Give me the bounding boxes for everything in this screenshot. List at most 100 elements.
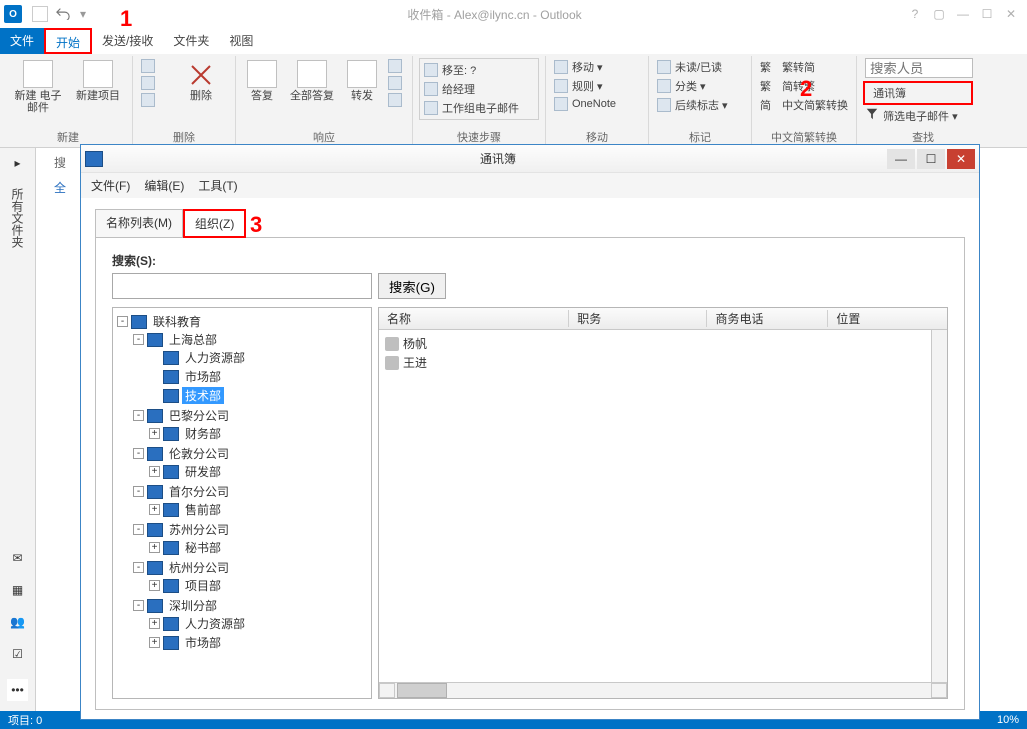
tab-name-list[interactable]: 名称列表(M): [95, 209, 183, 238]
vertical-scrollbar[interactable]: [931, 330, 947, 682]
categorize-button[interactable]: 分类 ▾: [655, 77, 745, 95]
annotation-3: 3: [250, 212, 262, 238]
junk-button[interactable]: [139, 92, 169, 108]
tree-b4[interactable]: 首尔分公司: [166, 483, 232, 500]
group-label-find: 查找: [863, 127, 983, 145]
group-label-conv: 中文简繁转换: [758, 127, 850, 145]
horizontal-scrollbar[interactable]: [379, 682, 947, 698]
tree-b7-1[interactable]: 人力资源部: [182, 615, 248, 632]
annotation-2: 2: [800, 76, 812, 102]
menu-edit[interactable]: 编辑(E): [144, 177, 184, 194]
tree-b1-2[interactable]: 市场部: [182, 368, 224, 385]
quickstep-moveto[interactable]: 移至: ?: [422, 61, 536, 79]
calendar-icon[interactable]: ▦: [12, 583, 23, 597]
group-label-move: 移动: [552, 127, 642, 145]
quickstep-manager[interactable]: 给经理: [422, 80, 536, 98]
ribbon: 新建 电子邮件 新建项目 新建 删除 删除 答复: [0, 54, 1027, 148]
tasks-icon[interactable]: ☑: [12, 647, 23, 661]
filter-email-button[interactable]: 筛选电子邮件 ▾: [863, 106, 983, 125]
tree-b5[interactable]: 苏州分公司: [166, 521, 232, 538]
scroll-right-icon[interactable]: [931, 683, 947, 698]
menu-tools[interactable]: 工具(T): [198, 177, 237, 194]
search-label: 搜索(S):: [112, 254, 156, 268]
scroll-left-icon[interactable]: [379, 683, 395, 698]
rules-button[interactable]: 规则 ▾: [552, 77, 642, 95]
tree-b2[interactable]: 巴黎分公司: [166, 407, 232, 424]
nav-more-icon[interactable]: •••: [7, 679, 28, 701]
tree-b6-1[interactable]: 项目部: [182, 577, 224, 594]
tab-file[interactable]: 文件: [0, 28, 44, 54]
meeting-button[interactable]: [386, 58, 406, 74]
dialog-menu-bar: 文件(F) 编辑(E) 工具(T): [81, 173, 979, 198]
search-button[interactable]: 搜索(G): [378, 273, 446, 299]
tree-b7-2[interactable]: 市场部: [182, 634, 224, 651]
mail-icon[interactable]: ✉: [12, 551, 22, 565]
status-zoom[interactable]: 10%: [997, 714, 1019, 726]
im-button[interactable]: [386, 75, 406, 91]
forward-button[interactable]: 转发: [342, 58, 382, 102]
quickstep-team[interactable]: 工作组电子邮件: [422, 99, 536, 117]
tree-b1-3[interactable]: 技术部: [182, 387, 224, 404]
tree-b3-1[interactable]: 研发部: [182, 463, 224, 480]
tree-b5-1[interactable]: 秘书部: [182, 539, 224, 556]
minimize-icon[interactable]: —: [951, 7, 975, 21]
col-location[interactable]: 位置: [828, 310, 931, 327]
ribbon-display-icon[interactable]: ▢: [927, 7, 951, 21]
org-tree[interactable]: -联科教育 -上海总部 人力资源部 市场部 技术部 -巴黎分公司: [112, 307, 372, 699]
col-title[interactable]: 职务: [569, 310, 707, 327]
list-item[interactable]: 王进: [385, 353, 941, 372]
people-icon[interactable]: 👥: [10, 615, 25, 629]
col-name[interactable]: 名称: [379, 310, 569, 327]
close-icon[interactable]: ✕: [999, 7, 1023, 21]
cleanup-button[interactable]: [139, 75, 169, 91]
nav-expand-icon[interactable]: ▸: [14, 156, 20, 170]
search-input[interactable]: [112, 273, 372, 299]
followup-button[interactable]: 后续标志 ▾: [655, 96, 745, 114]
tree-b7[interactable]: 深圳分部: [166, 597, 220, 614]
folder-start[interactable]: 全: [54, 181, 66, 195]
scroll-thumb[interactable]: [397, 683, 447, 698]
tree-b4-1[interactable]: 售前部: [182, 501, 224, 518]
reply-button[interactable]: 答复: [242, 58, 282, 102]
col-phone[interactable]: 商务电话: [707, 310, 828, 327]
new-item-button[interactable]: 新建项目: [70, 58, 126, 102]
group-label-quick: 快速步骤: [419, 127, 539, 145]
dialog-minimize-button[interactable]: —: [887, 149, 915, 169]
org-icon: [131, 315, 147, 329]
searchbox-hint[interactable]: 搜: [54, 156, 66, 170]
tree-b1[interactable]: 上海总部: [166, 331, 220, 348]
tab-folder[interactable]: 文件夹: [163, 28, 219, 54]
qat-sendreceive-icon[interactable]: [32, 6, 48, 22]
tab-organization[interactable]: 组织(Z): [183, 209, 246, 238]
new-mail-button[interactable]: 新建 电子邮件: [10, 58, 66, 114]
group-label-respond: 响应: [242, 127, 406, 145]
onenote-button[interactable]: OneNote: [552, 96, 642, 112]
more-respond-button[interactable]: [386, 92, 406, 108]
tree-b3[interactable]: 伦敦分公司: [166, 445, 232, 462]
trad-to-simp-button[interactable]: 繁 繁转简: [758, 58, 850, 76]
tree-b6[interactable]: 杭州分公司: [166, 559, 232, 576]
maximize-icon[interactable]: ☐: [975, 7, 999, 21]
nav-all-folders[interactable]: 所有文件夹: [9, 188, 26, 248]
move-button[interactable]: 移动 ▾: [552, 58, 642, 76]
qat-undo-icon[interactable]: [56, 6, 72, 22]
dialog-close-button[interactable]: ✕: [947, 149, 975, 169]
tree-b2-1[interactable]: 财务部: [182, 425, 224, 442]
delete-button[interactable]: 删除: [173, 58, 229, 102]
list-item[interactable]: 杨帆: [385, 334, 941, 353]
search-people-input[interactable]: [865, 58, 973, 78]
tab-view[interactable]: 视图: [219, 28, 263, 54]
tree-b1-1[interactable]: 人力资源部: [182, 349, 248, 366]
reply-all-button[interactable]: 全部答复: [286, 58, 338, 102]
tab-home[interactable]: 开始: [44, 28, 92, 54]
ribbon-tab-strip: 文件 开始 发送/接收 文件夹 视图: [0, 28, 1027, 54]
unread-button[interactable]: 未读/已读: [655, 58, 745, 76]
tree-twisty[interactable]: -: [117, 316, 128, 327]
address-book-button[interactable]: 通讯簿: [863, 81, 973, 105]
ignore-button[interactable]: [139, 58, 169, 74]
dialog-maximize-button[interactable]: ☐: [917, 149, 945, 169]
menu-file[interactable]: 文件(F): [91, 177, 130, 194]
help-icon[interactable]: ?: [903, 7, 927, 21]
list-header: 名称 职务 商务电话 位置: [379, 308, 947, 330]
tree-root[interactable]: 联科教育: [150, 313, 204, 330]
